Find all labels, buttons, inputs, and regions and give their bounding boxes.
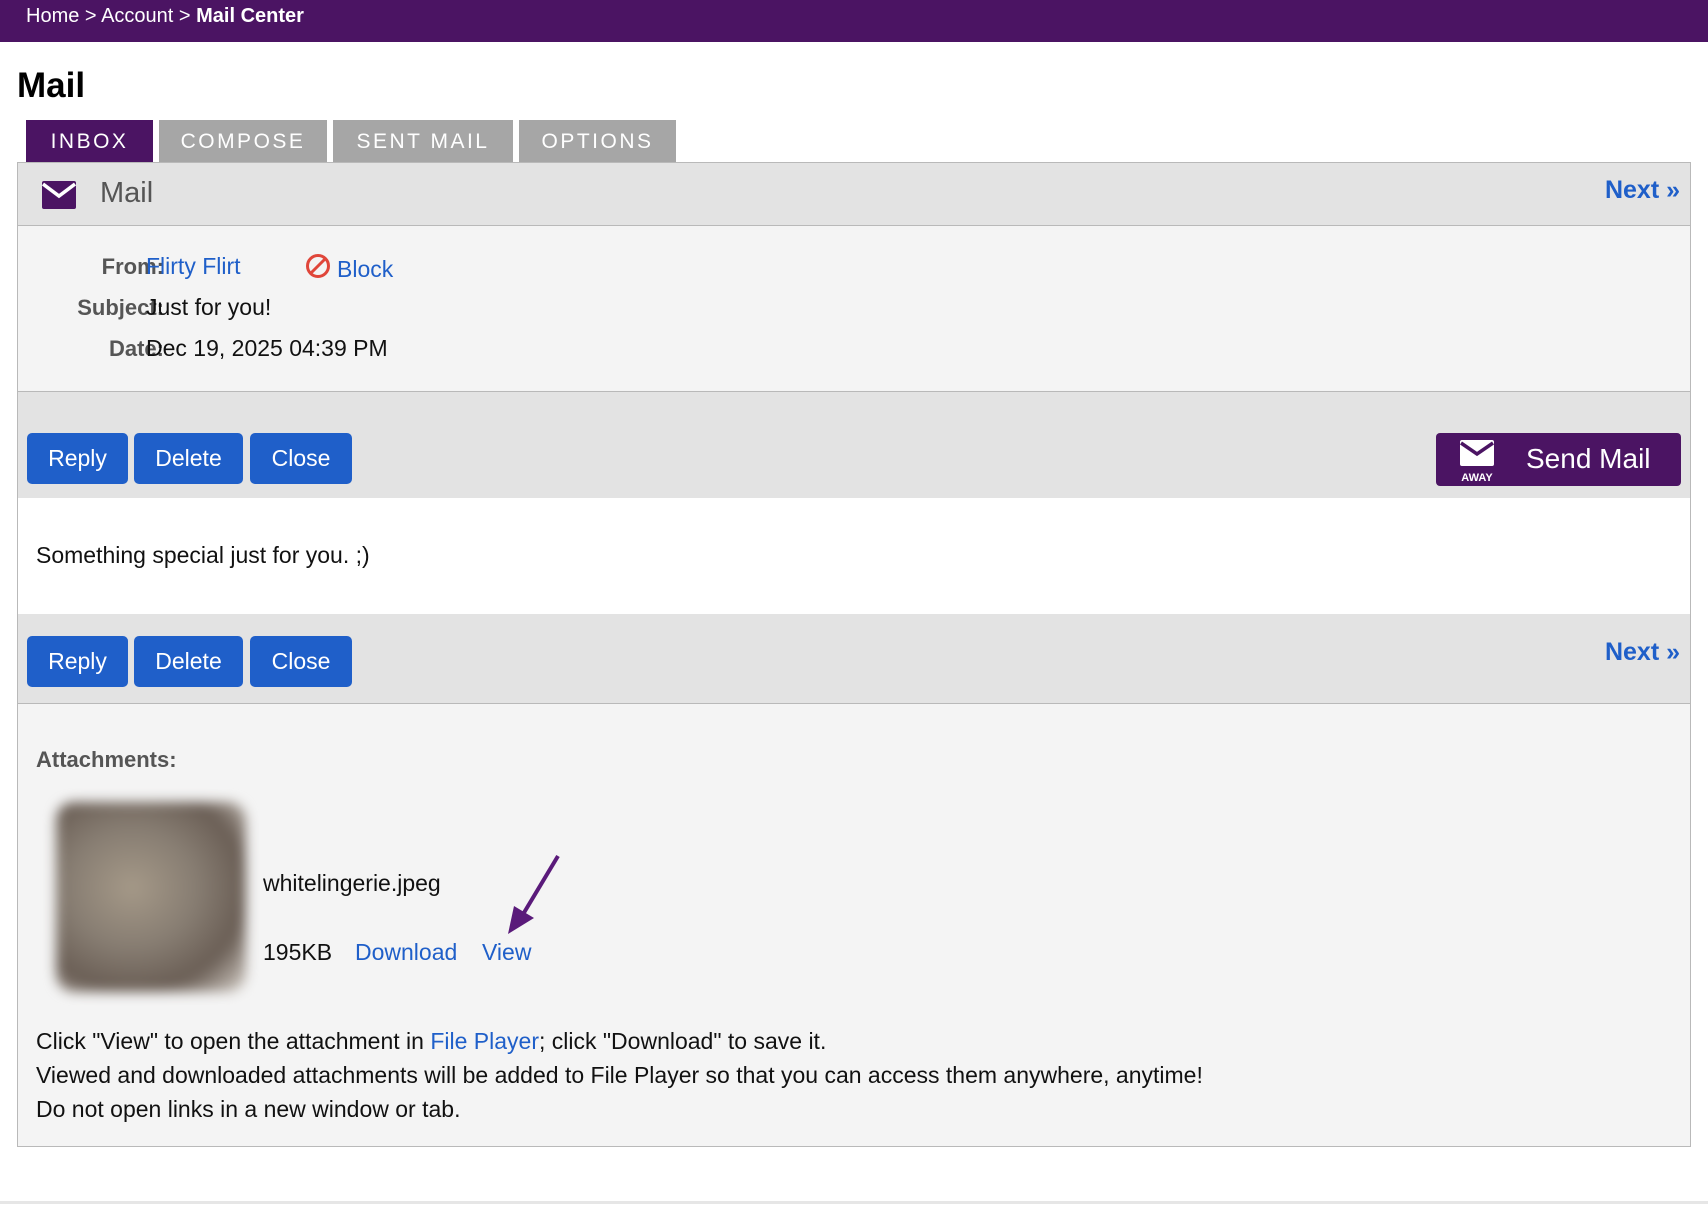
attachments-label: Attachments:: [36, 747, 177, 772]
send-mail-label: Send Mail: [1526, 443, 1651, 474]
delete-button[interactable]: Delete: [134, 433, 243, 484]
reply-button[interactable]: Reply: [27, 433, 128, 484]
mail-header: Mail Next »: [18, 163, 1690, 226]
page-divider: [0, 1201, 1708, 1204]
delete-button[interactable]: Delete: [134, 636, 243, 687]
tab-compose[interactable]: COMPOSE: [159, 120, 327, 163]
message-body: Something special just for you. ;): [18, 498, 1690, 614]
reply-button[interactable]: Reply: [27, 636, 128, 687]
breadcrumb-separator: >: [84, 5, 97, 27]
top-bar: Home > Account > Mail Center: [0, 0, 1708, 42]
close-button[interactable]: Close: [250, 433, 352, 484]
action-bar-top: Reply Delete Close AWAY Send Mail: [18, 391, 1690, 498]
attachment-file-name: whitelingerie.jpeg: [263, 870, 441, 896]
attachment-file-size: 195KB: [263, 939, 333, 965]
from-sender-link[interactable]: Flirty Flirt: [146, 253, 241, 280]
svg-text:AWAY: AWAY: [1461, 472, 1493, 484]
help-text-line-1: Click "View" to open the attachment in F…: [36, 1028, 827, 1054]
subject-value: Just for you!: [146, 294, 272, 320]
mail-panel: Mail Next » From: Flirty Flirt Block Sub…: [17, 162, 1691, 1147]
envelope-icon: [41, 181, 77, 209]
message-body-text: Something special just for you. ;): [36, 542, 370, 568]
file-player-link[interactable]: File Player: [430, 1028, 539, 1054]
breadcrumb-home[interactable]: Home: [26, 5, 79, 27]
download-link[interactable]: Download: [355, 939, 457, 966]
arrow-pointer-icon: [506, 854, 566, 949]
mail-header-title: Mail: [100, 177, 154, 209]
away-mail-icon: AWAY: [1458, 438, 1498, 489]
block-icon: [305, 253, 331, 285]
breadcrumb-account[interactable]: Account: [101, 5, 173, 27]
next-link-top[interactable]: Next »: [1605, 176, 1680, 205]
breadcrumb: Home > Account > Mail Center: [26, 5, 304, 28]
breadcrumb-current: Mail Center: [196, 5, 304, 27]
block-button[interactable]: Block: [305, 253, 393, 285]
help-text-line-2: Viewed and downloaded attachments will b…: [36, 1062, 1203, 1088]
action-bar-bottom: Reply Delete Close Next »: [18, 614, 1690, 704]
send-mail-button[interactable]: AWAY Send Mail: [1436, 433, 1681, 486]
tab-sent-mail[interactable]: SENT MAIL: [333, 120, 513, 163]
block-label: Block: [337, 255, 394, 282]
attachment-thumbnail[interactable]: [56, 802, 246, 992]
page-title: Mail: [17, 66, 86, 105]
breadcrumb-separator: >: [178, 5, 191, 27]
next-link-bottom[interactable]: Next »: [1605, 638, 1680, 667]
help-text-line-3: Do not open links in a new window or tab…: [36, 1096, 461, 1122]
date-value: Dec 19, 2025 04:39 PM: [146, 335, 388, 361]
tab-inbox[interactable]: INBOX: [26, 120, 153, 163]
close-button[interactable]: Close: [250, 636, 352, 687]
tab-options[interactable]: OPTIONS: [519, 120, 676, 163]
